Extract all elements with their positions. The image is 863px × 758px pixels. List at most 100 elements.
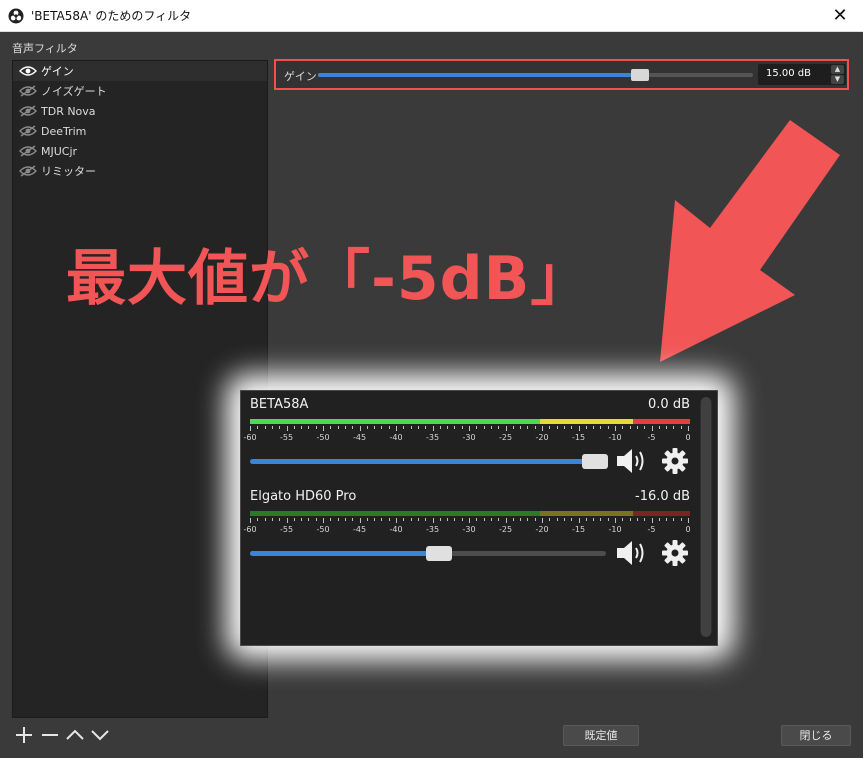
meter-segment [632, 419, 690, 424]
plus-icon[interactable] [13, 724, 35, 746]
gear-icon[interactable] [661, 539, 689, 567]
scale-minor-tick [673, 426, 675, 429]
scale-tick [359, 426, 361, 431]
scale-tick-label: 0 [685, 433, 691, 442]
gain-slider-fill [318, 73, 640, 77]
speaker-icon[interactable] [615, 447, 649, 475]
scale-tick-label: -60 [243, 525, 257, 534]
gain-label: ゲイン [284, 70, 317, 83]
volume-slider[interactable] [250, 546, 606, 561]
scale-minor-tick [658, 518, 660, 521]
scale-minor-tick [483, 518, 485, 521]
gain-spinbox[interactable]: 15.00 dB ▲ ▼ [758, 64, 846, 85]
scale-minor-tick [315, 518, 317, 521]
volume-slider[interactable] [250, 454, 609, 469]
scale-tick-label: -5 [647, 433, 656, 442]
volume-slider-handle[interactable] [582, 454, 609, 469]
filter-item[interactable]: リミッター [13, 161, 267, 181]
defaults-button[interactable]: 既定値 [563, 725, 639, 746]
filter-item-label: MJUCjr [41, 144, 78, 158]
chevron-up-icon[interactable] [64, 724, 86, 746]
meter-segment [632, 511, 690, 516]
filter-item[interactable]: DeeTrim [13, 121, 267, 141]
scale-minor-tick [439, 426, 441, 429]
eye-icon[interactable] [19, 65, 37, 77]
scale-tick [323, 518, 324, 523]
scale-tick [286, 518, 288, 523]
eye-hidden-icon[interactable] [19, 145, 37, 157]
gear-icon[interactable] [661, 447, 689, 475]
scale-minor-tick [666, 426, 668, 429]
scale-minor-tick [301, 426, 303, 429]
mixer-scrollbar[interactable] [700, 397, 712, 637]
channel-name: BETA58A [250, 397, 309, 412]
scale-tick-label: -50 [316, 433, 330, 442]
scale-tick [250, 518, 251, 523]
scale-minor-tick [352, 518, 354, 521]
eye-hidden-icon[interactable] [19, 85, 37, 97]
scale-tick-label: -20 [535, 433, 549, 442]
window-title: 'BETA58A' のためのフィルタ [31, 9, 192, 23]
window-close-button[interactable]: ✕ [817, 0, 863, 32]
scale-tick-label: -40 [389, 525, 403, 534]
mixer-scroll-thumb[interactable] [701, 397, 711, 637]
speaker-icon[interactable] [615, 539, 649, 567]
scale-minor-tick [600, 518, 602, 521]
scale-minor-tick [301, 518, 303, 521]
meter-scale: -60 -55 -50 -45 -40 -35 -30 -25 -20 -15 -10 -5 0 [243, 518, 691, 534]
scale-minor-tick [264, 426, 266, 429]
scale-tick-label: -5 [647, 525, 656, 534]
scale-tick [359, 518, 361, 523]
scale-minor-tick [680, 518, 682, 521]
scale-minor-tick [461, 426, 463, 429]
scale-tick-label: -15 [571, 525, 586, 534]
filter-item[interactable]: TDR Nova [13, 101, 267, 121]
scale-minor-tick [308, 426, 310, 429]
scale-minor-tick [512, 518, 514, 521]
scale-minor-tick [629, 426, 631, 429]
scale-minor-tick [534, 426, 536, 429]
scale-tick-label: -30 [462, 433, 476, 442]
scale-tick-label: -45 [352, 525, 367, 534]
eye-hidden-icon[interactable] [19, 125, 37, 137]
scale-minor-tick [403, 426, 405, 429]
volume-slider-handle[interactable] [425, 546, 452, 561]
scale-minor-tick [666, 518, 668, 521]
filter-item[interactable]: ノイズゲート [13, 81, 267, 101]
scale-minor-tick [534, 518, 536, 521]
volume-slider-fill [250, 459, 596, 464]
spin-up-icon[interactable]: ▲ [831, 65, 844, 74]
filter-item[interactable]: MJUCjr [13, 141, 267, 161]
scale-minor-tick [403, 518, 405, 521]
scale-minor-tick [337, 518, 339, 521]
meter-segment [250, 419, 541, 424]
title-bar: 'BETA58A' のためのフィルタ ✕ [0, 0, 863, 32]
eye-hidden-icon[interactable] [19, 165, 37, 177]
scale-minor-tick [556, 426, 558, 429]
channel-level-meter [250, 419, 690, 424]
scale-tick [615, 426, 616, 431]
scale-minor-tick [585, 426, 587, 429]
scale-minor-tick [512, 426, 514, 429]
audio-mixer: BETA58A 0.0 dB -60 -55 -50 -45 -40 -35 -30 -25 -20… [240, 390, 718, 646]
scale-tick [432, 426, 434, 431]
chevron-down-icon[interactable] [89, 724, 111, 746]
meter-segment [540, 419, 633, 424]
scale-tick-label: -25 [498, 433, 513, 442]
scale-minor-tick [644, 426, 646, 429]
eye-hidden-icon[interactable] [19, 105, 37, 117]
scale-minor-tick [593, 518, 595, 521]
filter-item[interactable]: ゲイン [13, 61, 267, 81]
scale-minor-tick [330, 426, 332, 429]
scale-minor-tick [622, 518, 624, 521]
gain-slider[interactable] [318, 69, 753, 81]
minus-icon[interactable] [39, 724, 61, 746]
scale-tick-label: -40 [389, 433, 403, 442]
gain-value[interactable]: 15.00 dB [766, 68, 811, 79]
close-button[interactable]: 閉じる [781, 725, 851, 746]
gain-slider-handle[interactable] [630, 69, 649, 81]
scale-minor-tick [454, 518, 456, 521]
spin-down-icon[interactable]: ▼ [831, 75, 844, 84]
channel-db-readout: 0.0 dB [648, 397, 690, 412]
scale-tick [615, 518, 616, 523]
